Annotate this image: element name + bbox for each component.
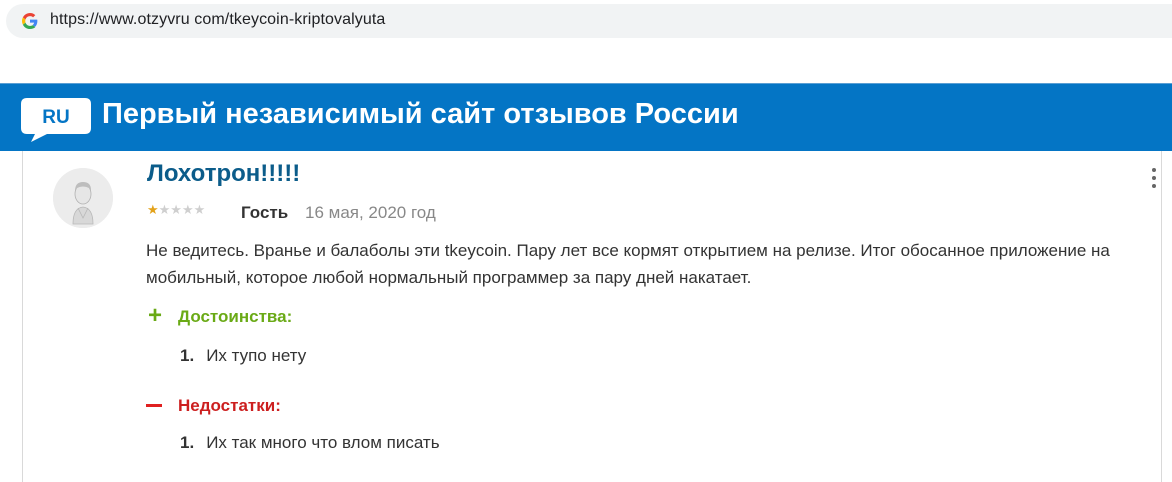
site-header-banner: RU Первый независимый сайт отзывов Росси… — [0, 83, 1172, 151]
rating-stars: ★★★★★ — [147, 202, 205, 218]
list-item-text: Их так много что влом писать — [206, 433, 440, 452]
review-title[interactable]: Лохотрон!!!!! — [147, 160, 300, 188]
pros-list-item: 1. Их тупо нету — [180, 346, 306, 366]
star-icon-filled: ★ — [147, 202, 159, 217]
kebab-menu-icon[interactable] — [1149, 168, 1159, 194]
review-body: Не ведитесь. Вранье и балаболы эти tkeyc… — [146, 241, 1110, 287]
cons-list-item: 1. Их так много что влом писать — [180, 433, 440, 453]
address-bar[interactable]: https://www.otzyvru com/tkeycoin-kriptov… — [6, 4, 1172, 38]
list-item-text: Их тупо нету — [206, 346, 307, 365]
list-number: 1. — [180, 433, 195, 452]
ru-speech-bubble-logo[interactable]: RU — [19, 94, 93, 144]
plus-icon: + — [148, 302, 163, 329]
review-date: 16 мая, 2020 год — [305, 203, 436, 222]
minus-icon — [146, 404, 162, 407]
cons-heading: Недостатки: — [178, 396, 281, 415]
url-text[interactable]: https://www.otzyvru com/tkeycoin-kriptov… — [50, 11, 385, 29]
logo-text: RU — [42, 107, 69, 128]
google-g-icon — [22, 13, 38, 29]
star-icon-empty: ★★★★ — [158, 202, 206, 217]
list-number: 1. — [180, 346, 195, 365]
site-title[interactable]: Первый независимый сайт отзывов России — [102, 98, 739, 131]
default-user-avatar — [53, 168, 113, 228]
pros-heading: Достоинства: — [178, 307, 293, 326]
review-author: Гость — [241, 203, 289, 222]
